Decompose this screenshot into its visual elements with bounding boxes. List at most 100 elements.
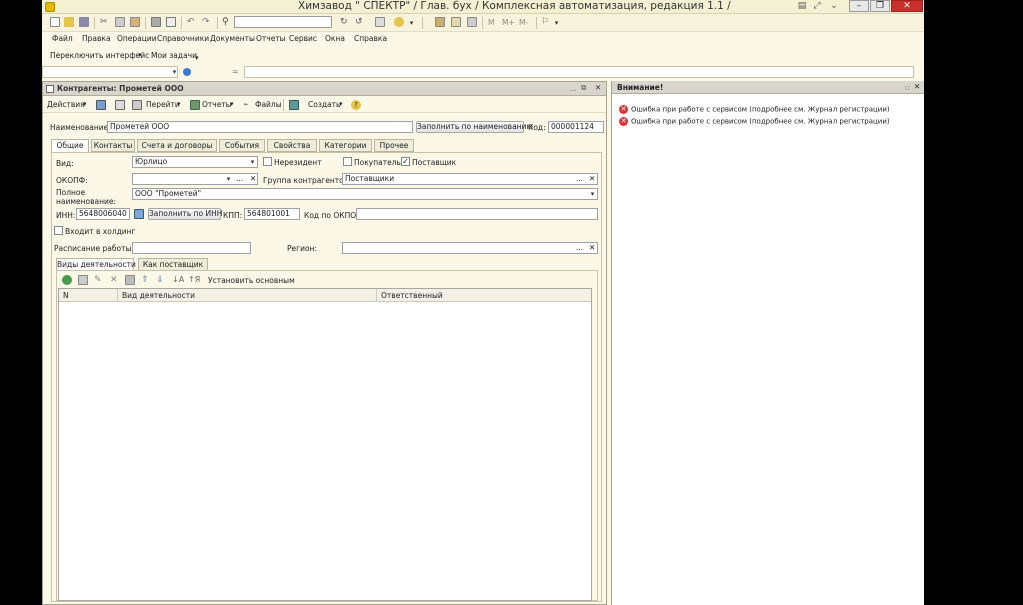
tab-general[interactable]: Общие [51,139,89,153]
search-icon[interactable]: ⚲ [222,17,232,27]
activity-table[interactable]: N Вид деятельности Ответственный [58,288,592,601]
set-main-button[interactable]: Установить основным [208,276,295,285]
sort-desc-icon[interactable]: ↑Я [188,275,200,285]
okpo-input[interactable] [356,208,598,220]
group-select-button[interactable]: ... [576,174,583,183]
menu-edit[interactable]: Правка [82,34,111,43]
group-input[interactable]: Поставщики [342,173,598,185]
structure-icon[interactable] [115,100,125,110]
window-icon[interactable] [375,17,385,27]
chevron-down-icon[interactable]: ▾ [170,67,179,77]
nonresident-checkbox[interactable] [263,157,272,166]
calculator-icon[interactable] [435,17,445,27]
name-input[interactable]: Прометей ООО [107,121,413,133]
formula-input[interactable] [244,66,914,78]
panel-close-icon[interactable]: ✕ [914,82,920,91]
inn-input[interactable]: 5648006040 [76,208,130,220]
print-preview-icon[interactable] [166,17,176,27]
edit-row-icon[interactable]: ✎ [94,275,104,285]
code-input[interactable]: 000001124 [548,121,604,133]
clipboard-icon[interactable] [467,17,477,27]
go-button[interactable]: Перейти [146,100,180,109]
reports-icon[interactable] [190,100,200,110]
copy-row-icon[interactable] [78,275,88,285]
chevron-down-icon[interactable]: ▾ [83,100,87,108]
panel-pin-icon[interactable]: ▫ [905,83,910,92]
menu-file[interactable]: Файл [52,34,73,43]
column-header-n[interactable]: N [63,291,69,300]
chevron-down-icon[interactable]: ▾ [138,51,142,59]
go-icon[interactable] [132,100,142,110]
paperclip-icon[interactable]: ⌁ [243,100,253,110]
save-write-icon[interactable] [96,100,106,110]
form-restore-icon[interactable]: ⧉ [581,83,586,93]
find-next-icon[interactable]: ↻ [340,17,350,27]
my-tasks-button[interactable]: Мои задачи [151,51,197,60]
delete-row-icon[interactable]: ✕ [110,275,120,285]
fill-by-inn-button[interactable]: Заполнить по ИНН [148,208,222,220]
menu-reports[interactable]: Отчеты [256,34,286,43]
chevron-down-icon[interactable]: ▾ [248,157,257,167]
holding-checkbox[interactable] [54,226,63,235]
region-clear-icon[interactable]: ✕ [589,243,595,252]
paste-icon[interactable] [130,17,140,27]
cut-icon[interactable]: ✂ [100,17,110,27]
memory-minus-button[interactable]: M- [519,18,528,27]
add-row-icon[interactable] [62,275,72,285]
tab-events[interactable]: События [219,139,265,152]
redo-icon[interactable]: ↷ [202,17,212,27]
menu-references[interactable]: Справочники [157,34,209,43]
schedule-input[interactable] [132,242,251,254]
help-icon[interactable]: ? [351,100,361,110]
info-icon[interactable] [394,17,404,27]
tab-contacts[interactable]: Контакты [91,139,135,152]
calendar-icon[interactable] [451,17,461,27]
switch-interface-button[interactable]: Переключить интерфейс [50,51,149,60]
tab-categories[interactable]: Категории [319,139,372,152]
chevron-down-icon[interactable]: ⌄ [825,0,843,12]
search-input[interactable] [234,16,332,28]
column-header-activity[interactable]: Вид деятельности [122,291,195,300]
chevron-down-icon[interactable]: ▾ [407,18,416,28]
copy-icon[interactable] [115,17,125,27]
inn-action-icon[interactable] [134,209,144,219]
menu-windows[interactable]: Окна [325,34,345,43]
move-up-icon[interactable]: ⇑ [141,275,151,285]
minimize-button[interactable]: – [849,0,869,12]
tab-other[interactable]: Прочее [374,139,414,152]
restore-button[interactable]: ❐ [870,0,890,12]
form-close-icon[interactable]: ✕ [595,83,601,92]
save-icon[interactable] [79,17,89,27]
buyer-checkbox[interactable] [343,157,352,166]
find-prev-icon[interactable]: ↺ [355,17,365,27]
actions-button[interactable]: Действия [47,100,85,109]
sort-asc-icon[interactable]: ↓A [172,275,184,285]
menu-service[interactable]: Сервис [289,34,317,43]
end-edit-icon[interactable] [125,275,135,285]
chevron-down-icon[interactable]: ▾ [224,174,233,184]
chevron-down-icon[interactable]: ▾ [177,100,181,108]
region-select-button[interactable]: ... [576,243,583,252]
chevron-down-icon[interactable]: ▾ [552,18,561,28]
tab-properties[interactable]: Свойства [267,139,317,152]
error-message[interactable]: ✕ Ошибка при работе с сервисом (подробнее… [619,105,890,114]
globe-icon[interactable] [183,68,191,76]
help-wand-icon[interactable]: ⚐ [541,17,551,27]
undo-icon[interactable]: ↶ [187,17,197,27]
print-icon[interactable] [151,17,161,27]
error-message[interactable]: ✕ Ошибка при работе с сервисом (подробнее… [619,117,890,126]
supplier-checkbox[interactable]: ✓ [401,157,410,166]
fullname-input[interactable]: ООО "Прометей" [132,188,598,200]
files-button[interactable]: Файлы [255,100,282,109]
okopf-select-button[interactable]: ... [236,174,243,183]
group-clear-icon[interactable]: ✕ [589,174,595,183]
region-input[interactable] [342,242,598,254]
chevron-down-icon[interactable]: ▾ [339,100,343,108]
move-down-icon[interactable]: ⇓ [156,275,166,285]
okopf-clear-icon[interactable]: ✕ [250,174,256,183]
column-header-responsible[interactable]: Ответственный [381,291,443,300]
chevron-down-icon[interactable]: ▾ [588,189,597,199]
form-more-icon[interactable]: … [569,84,577,93]
fill-by-name-button[interactable]: Заполнить по наименованию [416,121,533,133]
reports-button[interactable]: Отчеты [202,100,232,109]
